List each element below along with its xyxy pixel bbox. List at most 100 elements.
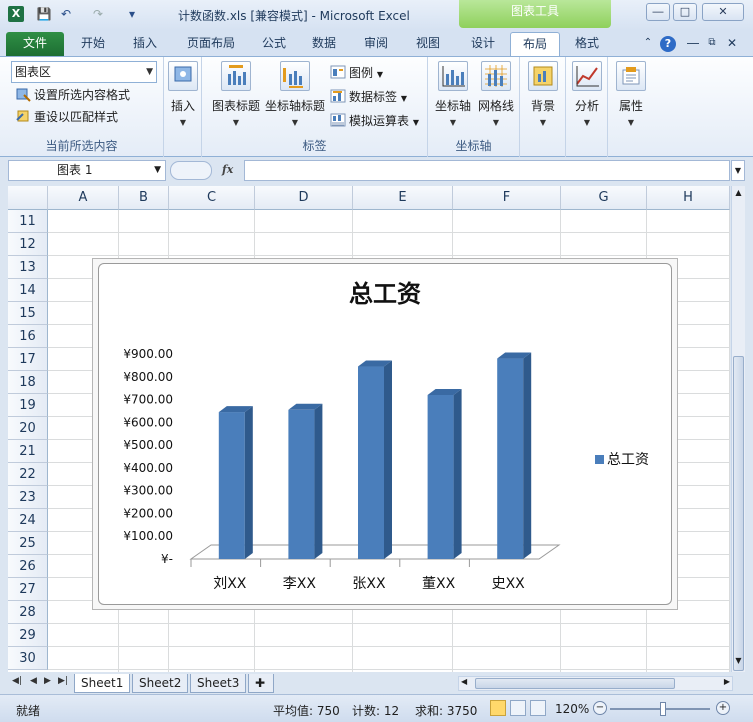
chart-elements-combo[interactable]: 图表区 ▼ xyxy=(11,61,157,83)
formula-cancel-enter-buttons[interactable] xyxy=(170,161,212,180)
workbook-minimize-icon[interactable]: ― xyxy=(685,32,701,56)
name-box[interactable]: 图表 1 ▼ xyxy=(8,160,166,181)
insert-shape-icon xyxy=(168,61,198,91)
row-header[interactable]: 12 xyxy=(8,233,48,256)
tab-file[interactable]: 文件 xyxy=(6,32,64,56)
gridlines-button[interactable]: 网格线 ▼ xyxy=(476,61,516,127)
column-header[interactable]: G xyxy=(561,186,647,210)
first-sheet-icon[interactable]: ◀| xyxy=(12,676,22,686)
select-all-corner[interactable] xyxy=(8,186,48,210)
chart-area[interactable]: 总工资 ¥- ¥100.00 ¥200.00 ¥300.00 ¥400.00 ¥500.00… xyxy=(98,263,672,605)
column-header[interactable]: H xyxy=(647,186,730,210)
customize-qat-icon[interactable]: ▾ xyxy=(124,6,140,22)
minimize-button[interactable]: ― xyxy=(646,3,670,21)
close-button[interactable]: ✕ xyxy=(702,3,744,21)
scroll-left-icon[interactable]: ◀ xyxy=(461,677,467,686)
row-header[interactable]: 28 xyxy=(8,601,48,624)
row-header[interactable]: 17 xyxy=(8,348,48,371)
save-icon[interactable]: 💾 xyxy=(36,6,52,22)
data-labels-button[interactable]: 数据标签 ▼ xyxy=(330,87,407,107)
tab-design[interactable]: 设计 xyxy=(460,32,506,56)
page-break-view-icon[interactable] xyxy=(530,700,546,716)
sheet-tab-2[interactable]: Sheet2 xyxy=(132,674,189,693)
vertical-scrollbar[interactable]: ▲ ▼ xyxy=(731,186,745,672)
row-header[interactable]: 18 xyxy=(8,371,48,394)
background-button[interactable]: 背景 ▼ xyxy=(528,61,558,127)
undo-icon[interactable]: ↶ xyxy=(58,6,74,22)
excel-app-icon[interactable]: X xyxy=(8,6,24,22)
workbook-restore-icon[interactable]: ⧉ xyxy=(704,32,720,56)
tab-layout[interactable]: 布局 xyxy=(510,32,560,56)
analysis-button[interactable]: 分析 ▼ xyxy=(572,61,602,127)
restore-button[interactable]: □ xyxy=(673,3,697,21)
row-header[interactable]: 16 xyxy=(8,325,48,348)
row-header[interactable]: 20 xyxy=(8,417,48,440)
row-header[interactable]: 26 xyxy=(8,555,48,578)
group-label-labels: 标签 xyxy=(302,139,327,153)
tab-data[interactable]: 数据 xyxy=(302,32,346,56)
prev-sheet-icon[interactable]: ◀ xyxy=(30,676,37,686)
properties-button[interactable]: 属性 ▼ xyxy=(616,61,646,127)
normal-view-icon[interactable] xyxy=(490,700,506,716)
column-header[interactable]: C xyxy=(169,186,255,210)
axes-button[interactable]: 坐标轴 ▼ xyxy=(432,61,474,127)
tab-formulas[interactable]: 公式 xyxy=(252,32,296,56)
insert-sheet-icon[interactable]: ✚ xyxy=(248,674,274,693)
scroll-up-icon[interactable]: ▲ xyxy=(733,188,744,200)
horizontal-scrollbar[interactable]: ◀ ▶ xyxy=(458,676,733,691)
chart-title-button[interactable]: 图表标题 ▼ xyxy=(210,61,262,127)
row-gridline xyxy=(48,623,730,624)
zoom-slider-thumb[interactable] xyxy=(660,702,666,716)
column-header[interactable]: B xyxy=(119,186,169,210)
page-layout-view-icon[interactable] xyxy=(510,700,526,716)
row-header[interactable]: 29 xyxy=(8,624,48,647)
redo-icon[interactable]: ↷ xyxy=(90,6,106,22)
tab-insert[interactable]: 插入 xyxy=(122,32,168,56)
reset-style-button[interactable]: 重设以匹配样式 xyxy=(15,107,118,127)
expand-formula-bar-icon[interactable]: ▼ xyxy=(731,160,745,181)
horizontal-scroll-thumb[interactable] xyxy=(475,678,675,689)
row-header[interactable]: 22 xyxy=(8,463,48,486)
zoom-in-icon[interactable]: + xyxy=(716,701,730,715)
tab-view[interactable]: 视图 xyxy=(406,32,450,56)
row-header[interactable]: 14 xyxy=(8,279,48,302)
row-header[interactable]: 27 xyxy=(8,578,48,601)
data-table-button[interactable]: 模拟运算表 ▼ xyxy=(330,111,419,131)
column-header[interactable]: D xyxy=(255,186,353,210)
axis-titles-button[interactable]: 坐标轴标题 ▼ xyxy=(264,61,326,127)
insert-function-icon[interactable]: fx xyxy=(222,163,233,176)
row-header[interactable]: 19 xyxy=(8,394,48,417)
row-header[interactable]: 23 xyxy=(8,486,48,509)
tab-home[interactable]: 开始 xyxy=(70,32,116,56)
last-sheet-icon[interactable]: ▶| xyxy=(58,676,68,686)
chart-elements-value: 图表区 xyxy=(15,65,52,79)
column-header[interactable]: F xyxy=(453,186,561,210)
row-header[interactable]: 13 xyxy=(8,256,48,279)
zoom-out-icon[interactable]: − xyxy=(593,701,607,715)
column-header[interactable]: A xyxy=(48,186,119,210)
next-sheet-icon[interactable]: ▶ xyxy=(44,676,51,686)
insert-button[interactable]: 插入 ▼ xyxy=(168,61,198,127)
tab-review[interactable]: 审阅 xyxy=(354,32,398,56)
help-icon[interactable]: ? xyxy=(659,32,677,56)
row-header[interactable]: 15 xyxy=(8,302,48,325)
row-header[interactable]: 11 xyxy=(8,210,48,233)
vertical-scroll-thumb[interactable] xyxy=(733,356,744,671)
row-header[interactable]: 24 xyxy=(8,509,48,532)
tab-page-layout[interactable]: 页面布局 xyxy=(178,32,244,56)
scroll-right-icon[interactable]: ▶ xyxy=(724,677,730,686)
sheet-tab-1[interactable]: Sheet1 xyxy=(74,674,131,693)
row-header[interactable]: 30 xyxy=(8,647,48,670)
format-selection-button[interactable]: 设置所选内容格式 xyxy=(15,85,130,105)
workbook-close-icon[interactable]: ✕ xyxy=(724,32,740,56)
row-header[interactable]: 21 xyxy=(8,440,48,463)
row-header[interactable]: 25 xyxy=(8,532,48,555)
sheet-tab-3[interactable]: Sheet3 xyxy=(190,674,247,693)
scroll-down-icon[interactable]: ▼ xyxy=(733,656,744,668)
legend-button[interactable]: 图例 ▼ xyxy=(330,63,383,83)
tab-format[interactable]: 格式 xyxy=(564,32,610,56)
column-header[interactable]: E xyxy=(353,186,453,210)
minimize-ribbon-icon[interactable]: ⌃ xyxy=(640,32,656,56)
zoom-level[interactable]: 120% xyxy=(555,702,589,716)
formula-input[interactable] xyxy=(244,160,730,181)
